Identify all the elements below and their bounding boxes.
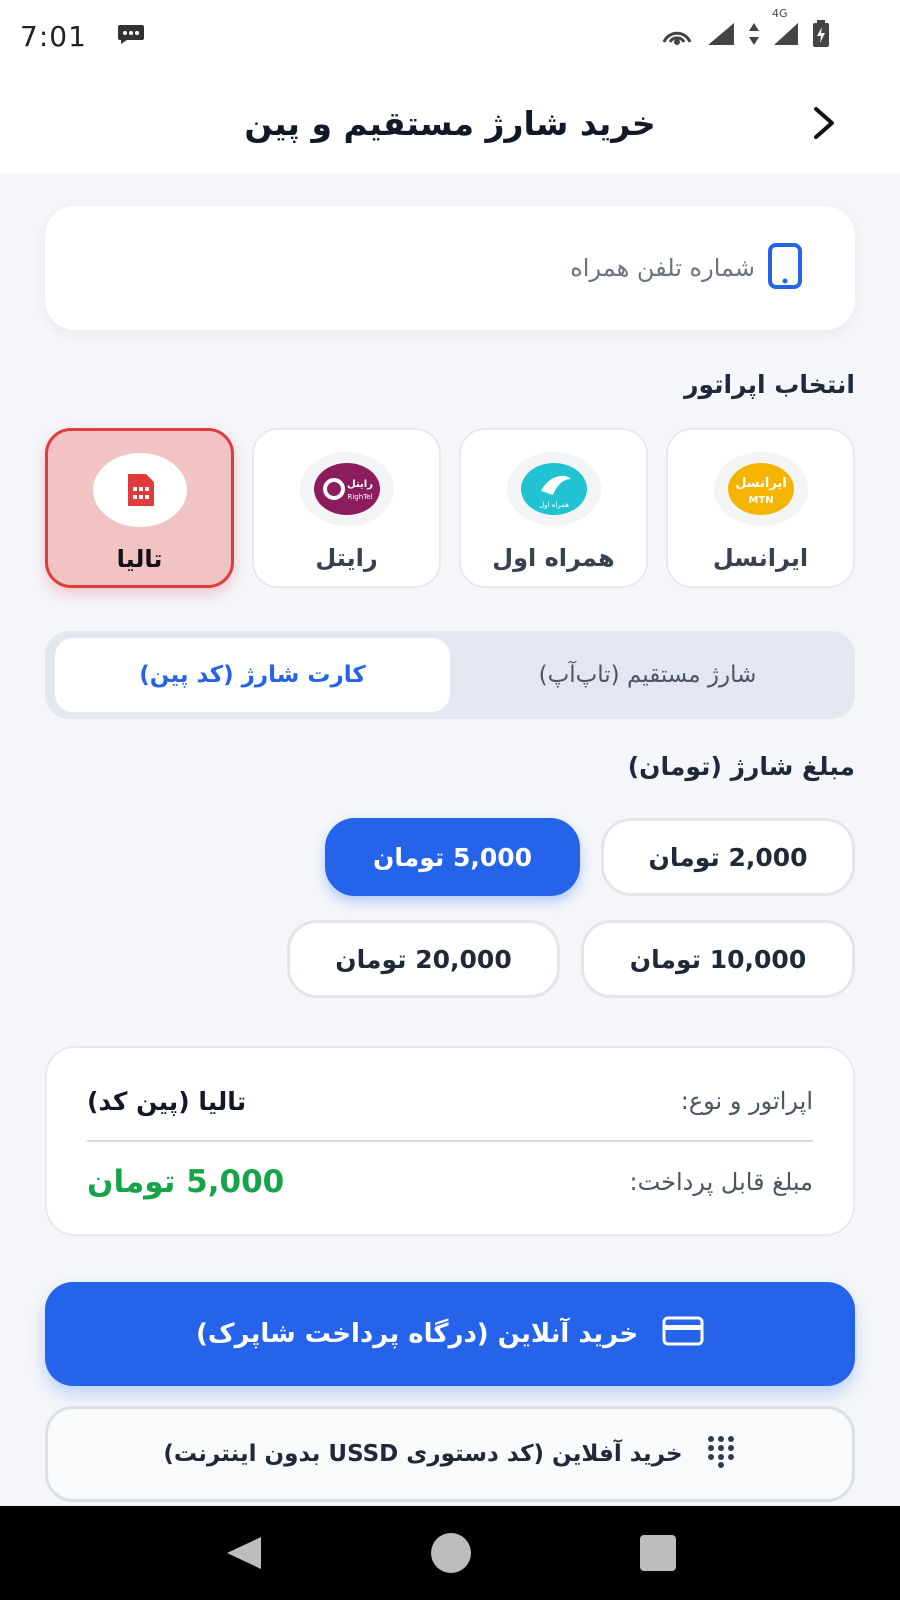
- irancell-logo-sub: MTN: [748, 495, 773, 506]
- amount-option-2000[interactable]: 2,000 تومان: [601, 818, 855, 896]
- nav-recents-button[interactable]: [639, 1534, 677, 1572]
- operator-logo-rightel: رایتل RighTel: [299, 452, 394, 526]
- amount-option-10000[interactable]: 10,000 تومان: [581, 920, 855, 998]
- buy-online-label: خرید آنلاین (درگاه پرداخت شاپرک): [195, 1319, 639, 1349]
- recents-square-icon: [639, 1535, 676, 1571]
- amount-section-title: مبلغ شارژ (تومان): [627, 752, 855, 781]
- operator-name: رایتل: [315, 544, 378, 572]
- message-icon: [117, 24, 145, 48]
- hamrahe-aval-logo-text: همراه اول: [539, 501, 569, 509]
- sim-card-icon: [127, 474, 154, 506]
- nav-back-button[interactable]: [223, 1535, 263, 1571]
- phone-number-field[interactable]: [45, 206, 855, 330]
- operator-rightel[interactable]: رایتل RighTel رایتل: [252, 428, 441, 588]
- network-4g-icon: 4G: [772, 7, 800, 51]
- phone-number-input[interactable]: [115, 254, 755, 282]
- home-circle-icon: [430, 1533, 471, 1573]
- chevron-right-icon: [814, 107, 834, 139]
- smartphone-icon: [767, 243, 803, 293]
- operator-taliya[interactable]: تالیا: [45, 428, 234, 588]
- battery-charging-icon: [812, 20, 830, 52]
- app-header: خرید شارژ مستقیم و پین: [0, 72, 900, 174]
- operator-list: ایرانسل MTN ایرانسل همراه اول همراه اول …: [45, 428, 855, 588]
- operator-hamrahe-aval[interactable]: همراه اول همراه اول: [459, 428, 648, 588]
- data-arrows-icon: [748, 21, 760, 51]
- back-button[interactable]: [798, 98, 848, 148]
- operator-section-title: انتخاب اپراتور: [684, 370, 855, 399]
- buy-offline-ussd-button[interactable]: خرید آفلاین (کد دستوری USSD بدون اینترنت…: [45, 1406, 855, 1502]
- summary-amount-value: 5,000 تومان: [87, 1164, 285, 1200]
- nav-home-button[interactable]: [430, 1532, 472, 1574]
- status-time: 7:01: [20, 19, 87, 53]
- signal-icon: [706, 21, 736, 51]
- charge-type-toggle: شارژ مستقیم (تاپ‌آپ) کارت شارژ (کد پین): [45, 631, 855, 719]
- hotspot-icon: [660, 22, 694, 50]
- system-nav-bar: [0, 1506, 900, 1600]
- operator-logo-taliya: [92, 453, 187, 527]
- summary-amount-row: مبلغ قابل پرداخت: 5,000 تومان: [87, 1142, 813, 1222]
- tab-pin-card[interactable]: کارت شارژ (کد پین): [55, 638, 450, 712]
- operator-logo-hamrahe-aval: همراه اول: [506, 452, 601, 526]
- summary-operator-label: اپراتور و نوع:: [680, 1087, 813, 1115]
- operator-name: ایرانسل: [712, 544, 809, 572]
- network-4g-label: 4G: [772, 7, 788, 20]
- rightel-logo-sub: RighTel: [347, 493, 372, 501]
- summary-amount-label: مبلغ قابل پرداخت:: [629, 1168, 813, 1196]
- amount-option-20000[interactable]: 20,000 تومان: [287, 920, 560, 998]
- buy-offline-label: خرید آفلاین (کد دستوری USSD بدون اینترنت…: [163, 1441, 683, 1467]
- page-title: خرید شارژ مستقیم و پین: [244, 103, 656, 143]
- order-summary: اپراتور و نوع: تالیا (پین کد) مبلغ قابل …: [45, 1046, 855, 1236]
- buy-online-button[interactable]: خرید آنلاین (درگاه پرداخت شاپرک): [45, 1282, 855, 1386]
- tab-direct-topup[interactable]: شارژ مستقیم (تاپ‌آپ): [450, 638, 845, 712]
- summary-operator-row: اپراتور و نوع: تالیا (پین کد): [87, 1062, 813, 1142]
- back-triangle-icon: [227, 1537, 262, 1569]
- operator-logo-irancell: ایرانسل MTN: [713, 452, 808, 526]
- operator-irancell[interactable]: ایرانسل MTN ایرانسل: [666, 428, 855, 588]
- credit-card-icon: [662, 1316, 704, 1353]
- operator-name: همراه اول: [492, 544, 615, 572]
- irancell-logo-text: ایرانسل: [735, 476, 787, 491]
- summary-operator-value: تالیا (پین کد): [87, 1086, 247, 1116]
- dialpad-icon: [705, 1434, 737, 1474]
- amount-option-5000[interactable]: 5,000 تومان: [325, 818, 580, 896]
- operator-name: تالیا: [116, 545, 163, 573]
- rightel-logo-text: رایتل: [347, 479, 373, 490]
- status-bar: 7:01 4G: [0, 0, 900, 72]
